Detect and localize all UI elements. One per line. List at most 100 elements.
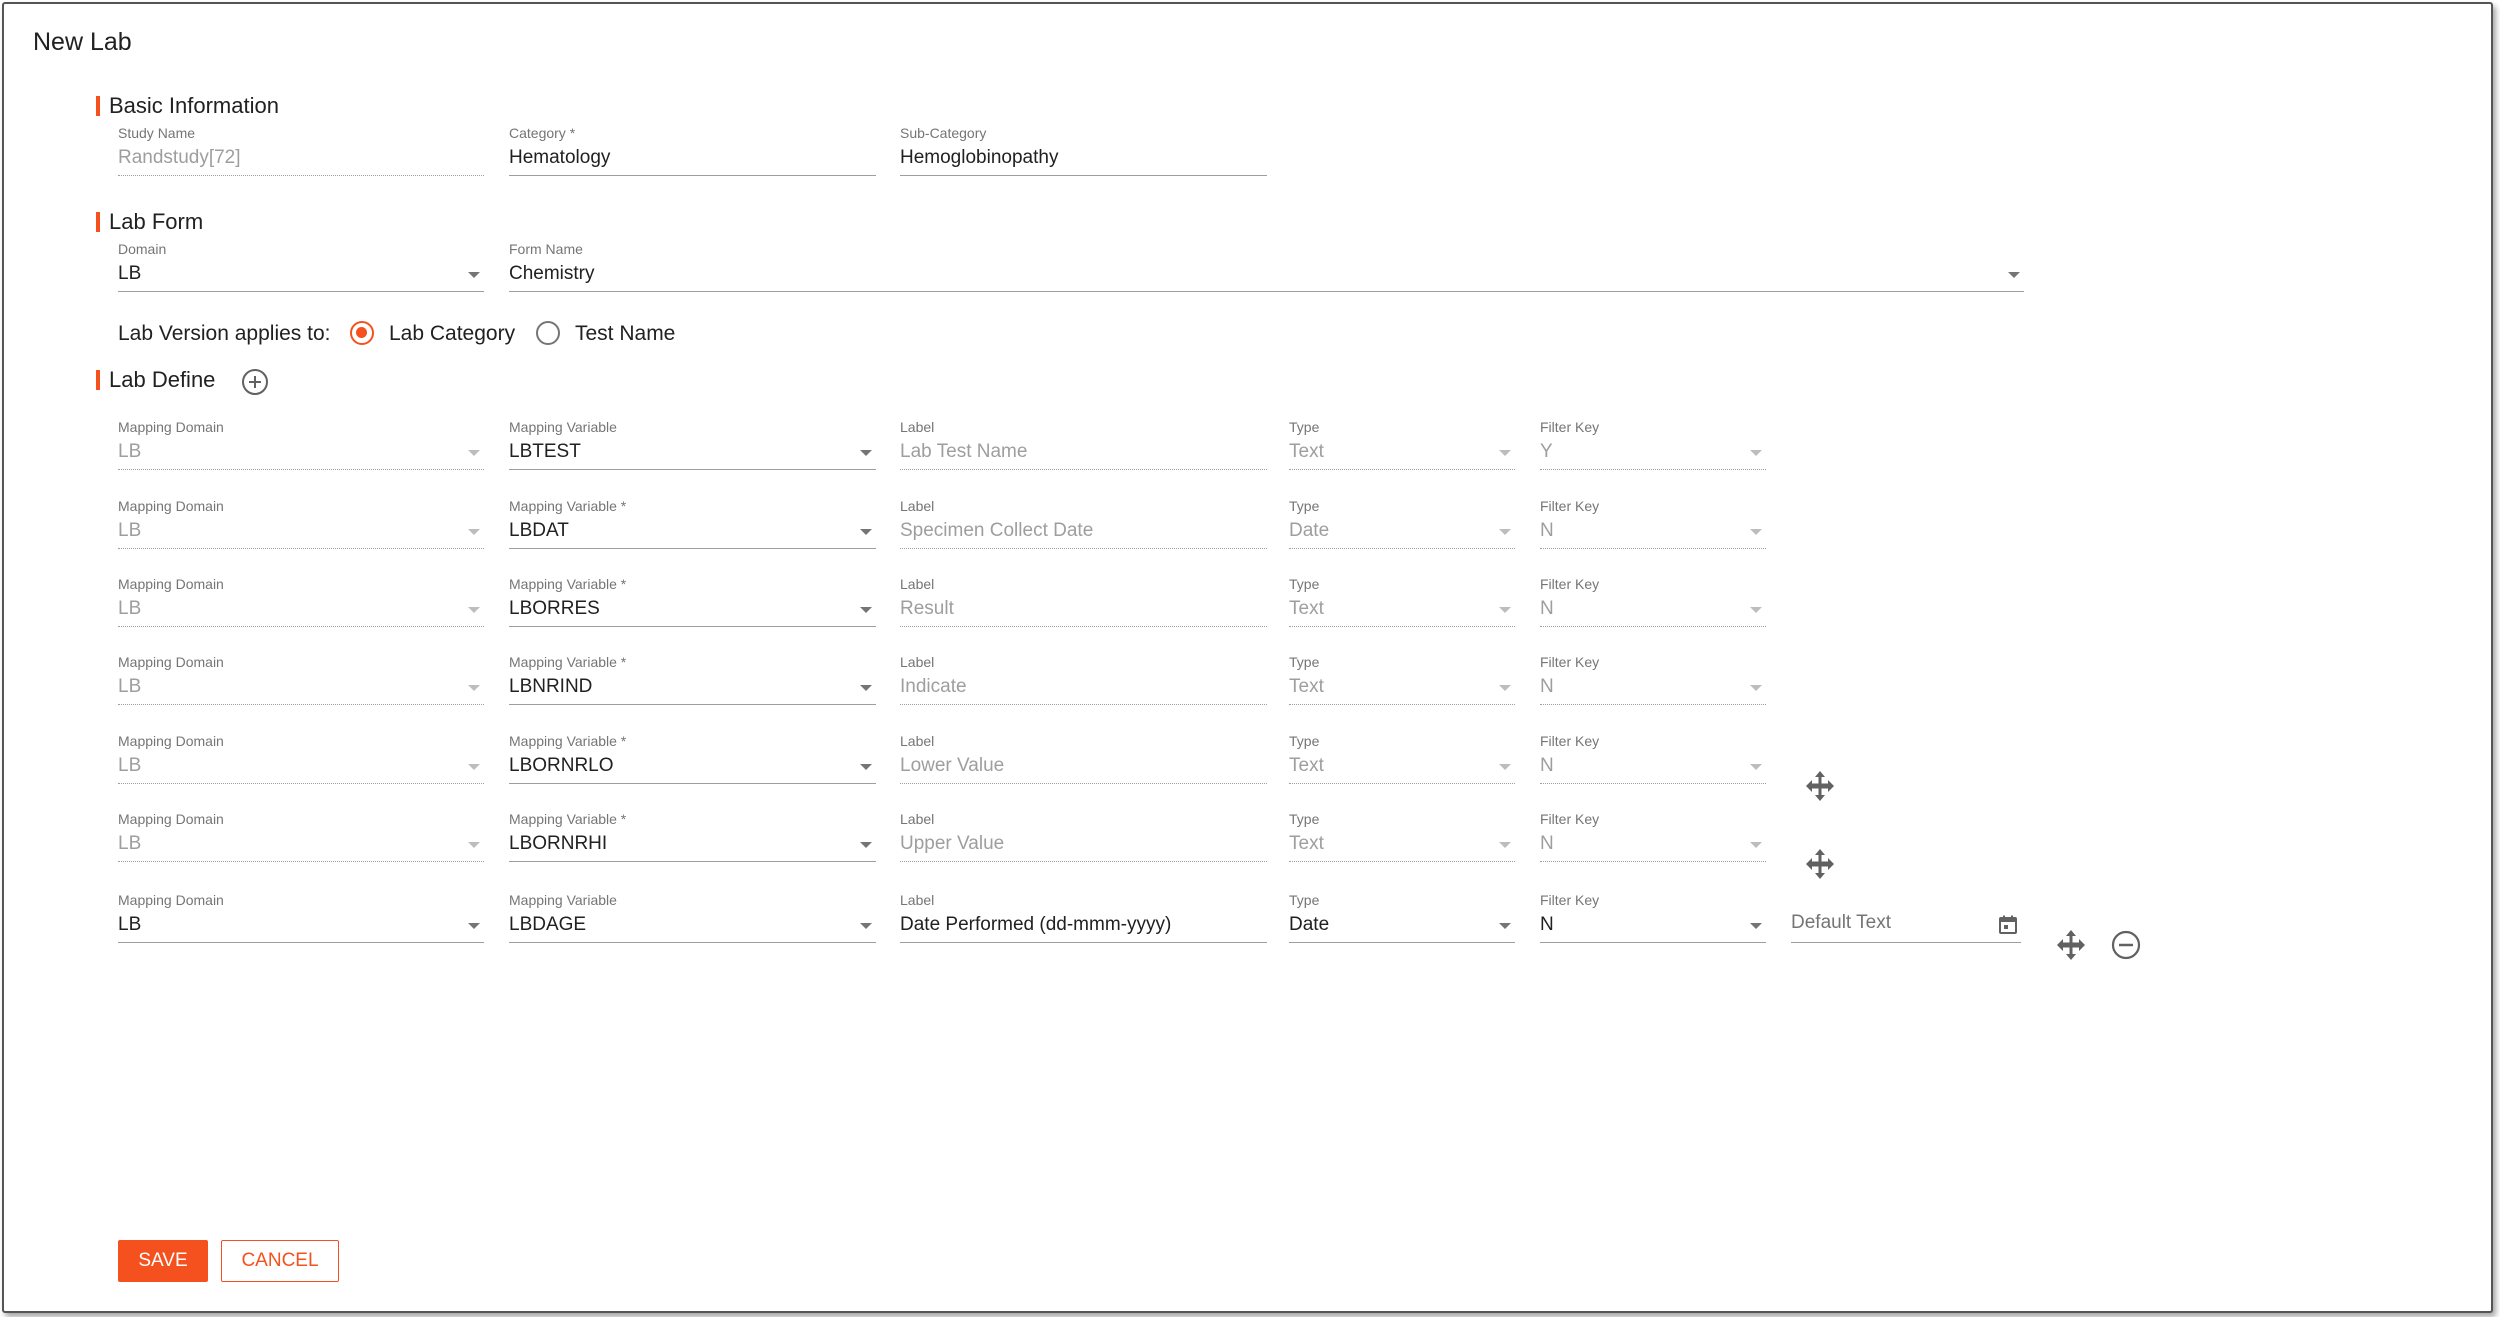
chevron-down-icon — [468, 764, 480, 770]
filter-key-value: N — [1540, 833, 1554, 854]
chevron-down-icon[interactable] — [860, 450, 872, 456]
type-label: Type — [1289, 892, 1320, 908]
mapping-variable-label: Mapping Variable — [509, 892, 617, 908]
chevron-down-icon[interactable] — [468, 923, 480, 929]
mapping-variable-label: Mapping Variable * — [509, 576, 627, 592]
form-name-value[interactable]: Chemistry — [509, 263, 595, 285]
sub-category-value[interactable]: Hemoglobinopathy — [900, 147, 1058, 169]
lab-version-prompt: Lab Version applies to: — [118, 322, 331, 345]
filter-key-label: Filter Key — [1540, 576, 1600, 592]
type-value[interactable]: Date — [1289, 914, 1329, 936]
filter-key-label: Filter Key — [1540, 892, 1600, 908]
chevron-down-icon[interactable] — [2008, 272, 2020, 278]
type-label: Type — [1289, 811, 1320, 827]
filter-key-value: N — [1540, 755, 1554, 776]
filter-key-label: Filter Key — [1540, 733, 1600, 749]
type-label: Type — [1289, 419, 1320, 435]
type-label: Type — [1289, 733, 1320, 749]
mapping-domain-value: LB — [118, 676, 142, 697]
chevron-down-icon — [468, 450, 480, 456]
mapping-variable-value[interactable]: LBDAT — [509, 520, 569, 542]
type-value: Text — [1289, 833, 1324, 854]
type-label: Type — [1289, 576, 1320, 592]
chevron-down-icon — [1750, 842, 1762, 848]
move-icon[interactable] — [1803, 847, 1837, 886]
filter-key-label: Filter Key — [1540, 419, 1600, 435]
move-icon[interactable] — [2054, 928, 2088, 967]
chevron-down-icon — [1499, 764, 1511, 770]
save-button[interactable]: SAVE — [118, 1240, 208, 1282]
filter-key-value[interactable]: N — [1540, 914, 1554, 936]
chevron-down-icon — [1750, 450, 1762, 456]
filter-key-label: Filter Key — [1540, 654, 1600, 670]
mapping-variable-label: Mapping Variable * — [509, 654, 627, 670]
chevron-down-icon[interactable] — [860, 764, 872, 770]
chevron-down-icon — [1750, 764, 1762, 770]
type-value: Text — [1289, 676, 1324, 697]
chevron-down-icon — [1499, 607, 1511, 613]
chevron-down-icon — [1750, 607, 1762, 613]
type-value: Text — [1289, 598, 1324, 619]
label-value: Upper Value — [900, 833, 1005, 854]
radio-lab-category[interactable] — [350, 321, 374, 345]
mapping-variable-value[interactable]: LBDAGE — [509, 914, 586, 936]
label-label: Label — [900, 654, 935, 670]
filter-key-value: N — [1540, 598, 1554, 619]
chevron-down-icon — [1499, 450, 1511, 456]
label-value[interactable]: Date Performed (dd-mmm-yyyy) — [900, 914, 1171, 936]
section-basic-info-title: Basic Information — [109, 93, 279, 118]
chevron-down-icon — [468, 529, 480, 535]
chevron-down-icon[interactable] — [860, 607, 872, 613]
section-accent-bar — [96, 96, 100, 116]
default-text-placeholder[interactable]: Default Text — [1791, 912, 1891, 934]
chevron-down-icon[interactable] — [860, 923, 872, 929]
chevron-down-icon[interactable] — [860, 842, 872, 848]
mapping-variable-value[interactable]: LBNRIND — [509, 676, 592, 698]
radio-test-name-label[interactable]: Test Name — [575, 322, 675, 346]
category-label: Category * — [509, 125, 576, 141]
chevron-down-icon[interactable] — [860, 529, 872, 535]
radio-lab-category-label[interactable]: Lab Category — [389, 322, 515, 346]
calendar-icon[interactable] — [1997, 914, 2019, 941]
label-label: Label — [900, 892, 935, 908]
category-value[interactable]: Hematology — [509, 147, 610, 169]
chevron-down-icon[interactable] — [468, 272, 480, 278]
move-icon[interactable] — [1803, 769, 1837, 808]
chevron-down-icon — [1499, 685, 1511, 691]
page-title: New Lab — [33, 28, 132, 56]
label-value: Lab Test Name — [900, 441, 1028, 462]
mapping-variable-value[interactable]: LBTEST — [509, 441, 581, 463]
mapping-domain-label: Mapping Domain — [118, 419, 224, 435]
label-value: Indicate — [900, 676, 967, 697]
label-label: Label — [900, 733, 935, 749]
label-label: Label — [900, 419, 935, 435]
chevron-down-icon[interactable] — [1499, 923, 1511, 929]
chevron-down-icon — [468, 842, 480, 848]
mapping-variable-label: Mapping Variable * — [509, 498, 627, 514]
type-label: Type — [1289, 498, 1320, 514]
label-value: Lower Value — [900, 755, 1005, 776]
mapping-domain-value: LB — [118, 833, 142, 854]
label-label: Label — [900, 498, 935, 514]
filter-key-label: Filter Key — [1540, 498, 1600, 514]
mapping-variable-value[interactable]: LBORNRLO — [509, 755, 614, 777]
mapping-variable-value[interactable]: LBORRES — [509, 598, 600, 620]
chevron-down-icon[interactable] — [860, 685, 872, 691]
mapping-domain-label: Mapping Domain — [118, 576, 224, 592]
chevron-down-icon — [1750, 685, 1762, 691]
label-label: Label — [900, 811, 935, 827]
mapping-domain-value[interactable]: LB — [118, 914, 141, 936]
chevron-down-icon — [1499, 842, 1511, 848]
mapping-variable-value[interactable]: LBORNRHI — [509, 833, 607, 855]
remove-circle-icon[interactable] — [2110, 929, 2142, 966]
cancel-button[interactable]: CANCEL — [221, 1240, 339, 1282]
add-circle-icon[interactable] — [240, 367, 270, 397]
chevron-down-icon[interactable] — [1750, 923, 1762, 929]
chevron-down-icon — [468, 607, 480, 613]
mapping-domain-value: LB — [118, 520, 142, 541]
mapping-domain-label: Mapping Domain — [118, 654, 224, 670]
domain-value[interactable]: LB — [118, 263, 141, 285]
radio-test-name[interactable] — [536, 321, 560, 345]
label-value: Result — [900, 598, 954, 619]
section-accent-bar — [96, 212, 100, 232]
